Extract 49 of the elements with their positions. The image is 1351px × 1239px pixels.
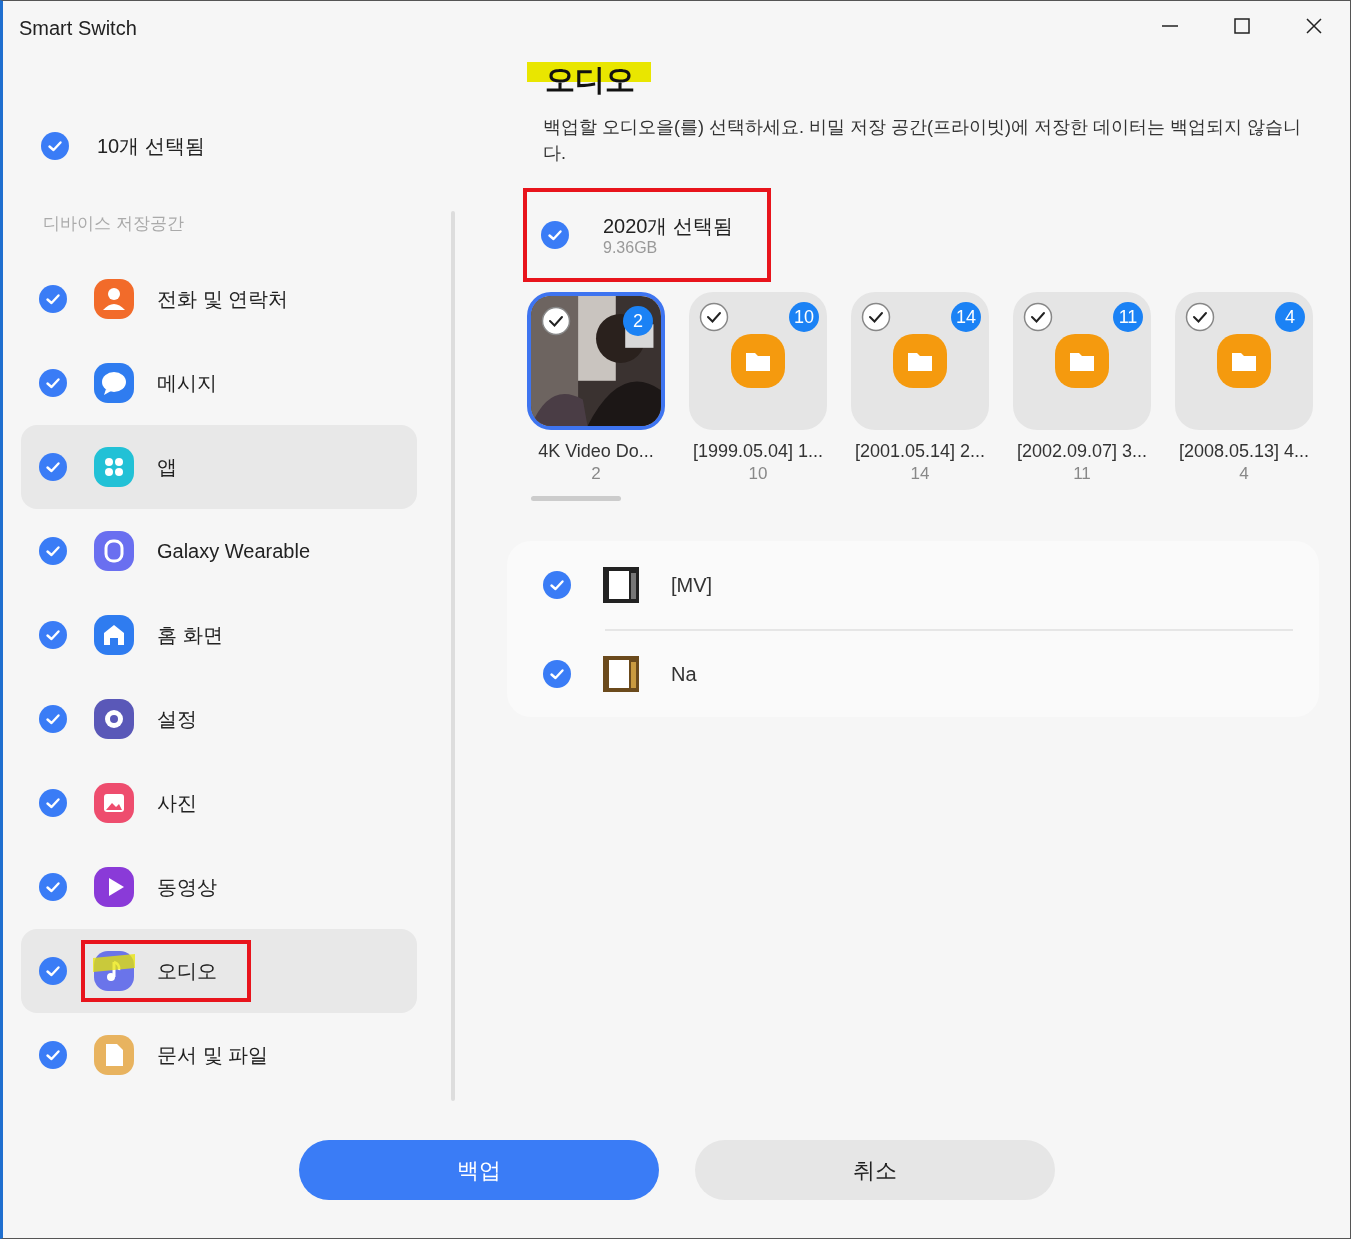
file-count: 10 xyxy=(748,465,768,483)
count-badge: 10 xyxy=(789,302,819,333)
item-label: 홈 화면 xyxy=(157,622,223,648)
item-label: 오디오 xyxy=(157,958,217,984)
description: 백업할 오디오을(를) 선택하세요. 비밀 저장 공간(프라이빗)에 저장한 데이터는 백업되지 않습니다. xyxy=(542,116,1302,166)
section-label: 디바이스 저장공간 xyxy=(43,213,185,235)
cancel-button[interactable]: 취소 xyxy=(694,1140,1055,1200)
selection-count: 10개 선택됨 xyxy=(97,134,205,159)
size-label: 9.36GB xyxy=(603,237,659,257)
sidebar-item[interactable]: 메시지 xyxy=(21,340,417,425)
sidebar-item[interactable]: 동영상 xyxy=(21,844,417,929)
count-badge: 11 xyxy=(1113,302,1143,333)
folder-tile[interactable]: 10 xyxy=(689,292,827,431)
item-label: 문서 및 파일 xyxy=(157,1042,269,1068)
backup-button[interactable]: 백업 xyxy=(298,1140,659,1200)
sidebar-item[interactable]: 설정 xyxy=(21,676,417,761)
file-count: 11 xyxy=(1073,465,1091,483)
sidebar-item[interactable]: 홈 화면 xyxy=(21,592,417,677)
folder-tile[interactable]: 2 xyxy=(527,292,665,431)
folder-name: 4K Video Do... xyxy=(538,440,654,464)
item-label: 전화 및 연락처 xyxy=(157,286,289,312)
item-label: 설정 xyxy=(157,706,197,732)
item-label: 앱 xyxy=(157,454,177,480)
count-badge: 4 xyxy=(1275,302,1305,333)
window-title: Smart Switch xyxy=(19,16,137,41)
item-label: Galaxy Wearable xyxy=(157,538,311,564)
file-count: 4 xyxy=(1239,465,1249,483)
file-count: 14 xyxy=(910,465,930,483)
folder-name: [2001.05.14] 2... xyxy=(854,440,986,464)
sidebar-item[interactable]: 앱 xyxy=(21,424,417,509)
sidebar-item[interactable]: 문서 및 파일 xyxy=(21,1012,417,1097)
file-name: [MV] xyxy=(671,573,713,599)
sidebar-item[interactable]: 오디오 xyxy=(21,928,417,1013)
folder-name: [2002.09.07] 3... xyxy=(1016,440,1148,464)
file-count: 2 xyxy=(591,465,601,483)
selection-count: 2020개 선택됨 xyxy=(603,214,734,237)
folder-tile[interactable]: 14 xyxy=(851,292,989,431)
sidebar-item[interactable]: Galaxy Wearable xyxy=(21,508,417,593)
sidebar-item[interactable]: 전화 및 연락처 xyxy=(21,256,417,341)
item-label: 사진 xyxy=(157,790,197,816)
item-label: 동영상 xyxy=(157,874,217,900)
folder-name: [1999.05.04] 1... xyxy=(692,440,824,464)
file-name: Na xyxy=(671,662,697,688)
folder-tile[interactable]: 4 xyxy=(1175,292,1313,431)
item-label: 메시지 xyxy=(157,370,217,396)
folder-tile[interactable]: 11 xyxy=(1013,292,1151,431)
count-badge: 14 xyxy=(951,302,981,333)
sidebar-item[interactable]: 사진 xyxy=(21,760,417,845)
folder-name: [2008.05.13] 4... xyxy=(1178,440,1310,464)
